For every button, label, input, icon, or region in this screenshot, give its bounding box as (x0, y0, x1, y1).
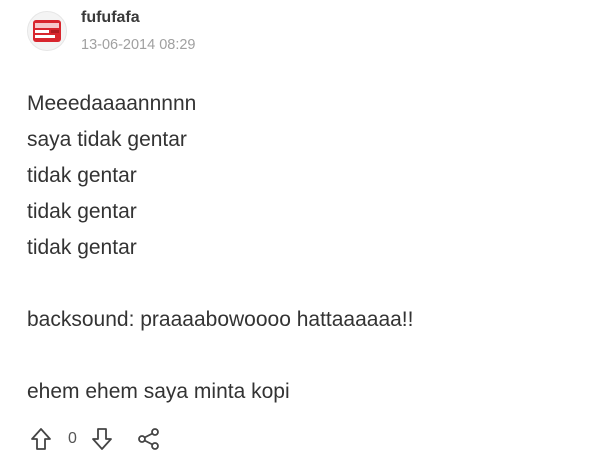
upvote-button[interactable] (30, 427, 52, 451)
upvote-arrow-icon (31, 428, 51, 450)
content-line: Meeedaaaannnnn (27, 92, 197, 115)
content-line: tidak gentar (27, 164, 137, 187)
post-card: fufufafa 13-06-2014 08:29 Meeedaaaannnnn… (0, 0, 602, 467)
content-line-blank (27, 266, 413, 302)
vote-count: 0 (68, 430, 77, 447)
share-button[interactable] (137, 427, 161, 451)
avatar-image (28, 12, 66, 50)
content-line-blank (27, 338, 413, 374)
downvote-arrow-icon (92, 428, 112, 450)
post-timestamp: 13-06-2014 08:29 (81, 37, 196, 53)
downvote-button[interactable] (91, 427, 113, 451)
content-line: saya tidak gentar (27, 128, 187, 151)
username[interactable]: fufufafa (81, 8, 140, 28)
content-line: ehem ehem saya minta kopi (27, 380, 290, 403)
post-content: Meeedaaaannnnn saya tidak gentar tidak g… (27, 86, 413, 410)
avatar[interactable] (27, 11, 67, 51)
share-icon (138, 428, 159, 450)
content-line: tidak gentar (27, 200, 137, 223)
post-actions: 0 (30, 425, 161, 453)
content-line: backsound: praaaabowoooo hattaaaaaa!! (27, 308, 414, 331)
content-line: tidak gentar (27, 236, 137, 259)
